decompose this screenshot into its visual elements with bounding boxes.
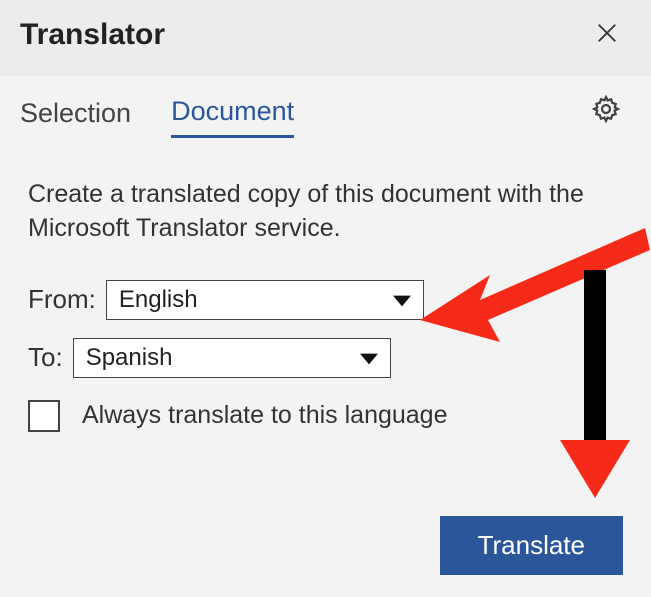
always-translate-label: Always translate to this language bbox=[82, 401, 448, 430]
settings-button[interactable] bbox=[591, 94, 621, 129]
to-language-value: Spanish bbox=[86, 344, 173, 372]
gear-icon bbox=[591, 111, 621, 128]
to-language-select[interactable]: Spanish bbox=[73, 338, 391, 378]
from-label: From: bbox=[28, 284, 96, 315]
tab-document[interactable]: Document bbox=[171, 96, 294, 138]
tab-selection[interactable]: Selection bbox=[20, 98, 131, 137]
to-row: To: Spanish bbox=[28, 338, 623, 378]
always-translate-row: Always translate to this language bbox=[28, 400, 623, 432]
close-button[interactable] bbox=[591, 19, 623, 51]
tab-bar: Selection Document bbox=[0, 76, 651, 138]
description-text: Create a translated copy of this documen… bbox=[28, 178, 623, 246]
close-icon bbox=[596, 22, 618, 49]
from-language-value: English bbox=[119, 286, 198, 314]
panel-header: Translator bbox=[0, 0, 651, 76]
translator-panel: Translator Selection Document Create a t… bbox=[0, 0, 651, 597]
chevron-down-icon bbox=[360, 344, 378, 372]
to-label: To: bbox=[28, 342, 63, 373]
from-row: From: English bbox=[28, 280, 623, 320]
translate-button[interactable]: Translate bbox=[440, 516, 623, 575]
chevron-down-icon bbox=[393, 286, 411, 314]
from-language-select[interactable]: English bbox=[106, 280, 424, 320]
panel-body: Create a translated copy of this documen… bbox=[0, 138, 651, 432]
always-translate-checkbox[interactable] bbox=[28, 400, 60, 432]
panel-title: Translator bbox=[20, 18, 165, 52]
